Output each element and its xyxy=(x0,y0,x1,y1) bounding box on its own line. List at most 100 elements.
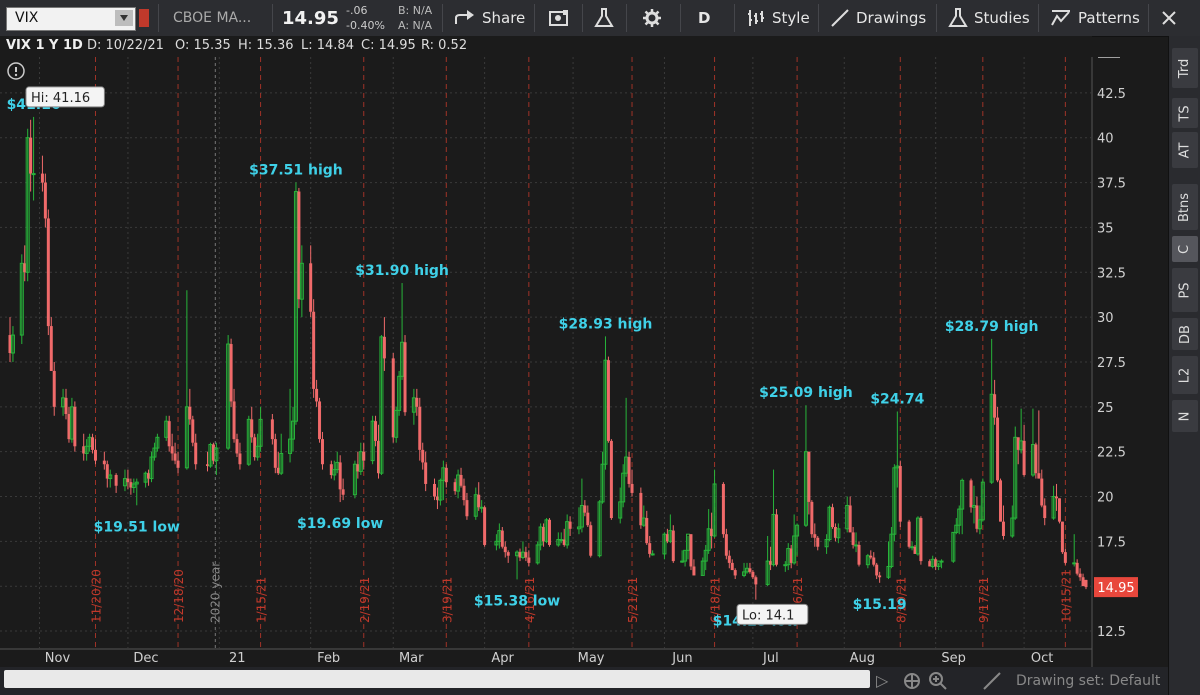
y-tick-label: 30 xyxy=(1097,311,1114,326)
line-drawing-icon[interactable] xyxy=(982,671,1002,691)
price-chart[interactable]: 12.51517.52022.52527.53032.53537.54042.5… xyxy=(0,57,1168,667)
symbol-dropdown-button[interactable] xyxy=(115,10,133,26)
candle-body xyxy=(403,342,407,413)
candle-body xyxy=(816,537,820,547)
candle-body xyxy=(194,442,198,465)
candle-body xyxy=(126,478,130,483)
candle-body xyxy=(993,394,997,418)
candle-body xyxy=(1078,573,1082,578)
candle-body xyxy=(721,483,725,535)
candle-body xyxy=(851,532,855,545)
year-marker-label: 2020 year xyxy=(208,562,222,623)
candle-body xyxy=(114,474,118,486)
sidebar-tab-l2[interactable]: L2 xyxy=(1172,356,1198,394)
sidebar-tab-label: C xyxy=(1177,244,1193,254)
y-tick-label: 25 xyxy=(1097,401,1114,416)
ohlc-close: C: 14.95 xyxy=(361,38,416,53)
candle-body xyxy=(524,552,528,558)
candle-body xyxy=(692,566,696,576)
close-button[interactable] xyxy=(1160,0,1178,36)
x-tick-label: Dec xyxy=(133,651,158,666)
candle-body xyxy=(1055,496,1059,499)
y-tick-label: 42.5 xyxy=(1097,87,1126,102)
patterns-label: Patterns xyxy=(1078,9,1140,27)
sidebar-tab-c[interactable]: C xyxy=(1172,236,1198,262)
sidebar-tab-db[interactable]: DB xyxy=(1172,318,1198,350)
share-button[interactable]: Share xyxy=(454,0,525,36)
y-tick-label: 27.5 xyxy=(1097,356,1126,371)
candle-body xyxy=(875,564,879,576)
y-tick-label: 32.5 xyxy=(1097,266,1126,281)
sidebar-tab-trd[interactable]: Trd xyxy=(1172,48,1198,88)
style-button[interactable]: Style xyxy=(746,0,810,36)
price-annotation: $15.38 low xyxy=(474,593,560,609)
candle-body xyxy=(341,489,345,495)
candle-body xyxy=(627,457,631,484)
event-date-label: 11/20/20 xyxy=(89,569,103,623)
candle-body xyxy=(645,518,649,544)
event-date-label: 2/19/21 xyxy=(358,577,372,623)
drawings-button[interactable]: Drawings xyxy=(830,0,926,36)
screenshot-button[interactable] xyxy=(548,0,570,36)
settings-button[interactable] xyxy=(642,0,662,36)
candle-body xyxy=(309,263,313,312)
candle-body xyxy=(810,501,814,535)
candle-body xyxy=(418,406,422,450)
symbol-input[interactable]: VIX xyxy=(6,7,136,31)
candle-body xyxy=(751,571,755,578)
candle-body xyxy=(73,406,77,447)
high-marker-label: Hi: 41.16 xyxy=(31,91,90,106)
flask-button[interactable] xyxy=(594,0,614,36)
candle-body xyxy=(857,544,861,565)
candle-body xyxy=(229,344,233,402)
candle-body xyxy=(1022,440,1026,475)
sidebar-tab-label: Trd xyxy=(1177,58,1193,78)
candle-body xyxy=(648,543,652,554)
pan-icon[interactable] xyxy=(902,671,922,691)
candle-body xyxy=(1063,552,1067,563)
x-tick-label: Mar xyxy=(399,651,424,666)
info-icon-dot xyxy=(14,73,18,77)
candle-body xyxy=(878,575,882,578)
alert-flag-icon[interactable] xyxy=(139,9,149,27)
candle-body xyxy=(1057,498,1061,522)
candle-body xyxy=(727,555,731,563)
event-date-label: 1/15/21 xyxy=(255,577,269,623)
candle-body xyxy=(907,521,911,547)
y-tick-label: 20 xyxy=(1097,491,1114,506)
sidebar-tab-ps[interactable]: PS xyxy=(1172,268,1198,312)
scroll-right-icon[interactable]: ▷ xyxy=(876,671,888,690)
sidebar-tab-ts[interactable]: TS xyxy=(1172,98,1198,128)
ohlc-high: H: 15.36 xyxy=(238,38,294,53)
y-tick-label: 12.5 xyxy=(1097,625,1126,640)
candle-body xyxy=(382,336,386,359)
candle-body xyxy=(1084,579,1088,588)
horizontal-scrollbar[interactable] xyxy=(4,670,870,688)
candle-body xyxy=(31,173,36,176)
candle-body xyxy=(503,546,507,553)
aggregation-button[interactable]: D xyxy=(698,0,710,36)
candle-body xyxy=(754,577,758,585)
sidebar-tab-n[interactable]: N xyxy=(1172,400,1198,432)
candle-body xyxy=(232,401,236,440)
candle-body xyxy=(167,421,171,447)
sidebar-tab-btns[interactable]: Btns xyxy=(1172,184,1198,230)
candle-body xyxy=(338,462,342,490)
studies-button[interactable]: Studies xyxy=(948,0,1030,36)
bottom-bar: ▷ Drawing set: Default xyxy=(0,667,1168,695)
patterns-button[interactable]: Patterns xyxy=(1050,0,1140,36)
candle-body xyxy=(93,449,97,461)
x-tick-label: Apr xyxy=(491,651,514,666)
zoom-in-icon[interactable] xyxy=(928,671,948,691)
sidebar-tab-label: AT xyxy=(1177,142,1193,158)
sidebar-tab-at[interactable]: AT xyxy=(1172,132,1198,168)
candle-body xyxy=(459,474,463,486)
event-date-label: 3/19/21 xyxy=(440,577,454,623)
candle-body xyxy=(483,507,487,545)
candle-body xyxy=(374,421,378,441)
sidebar-tab-label: PS xyxy=(1177,281,1193,299)
chart-toolbar: VIX CBOE MA... 14.95 -.06 -0.40% B: N/A … xyxy=(0,0,1200,37)
style-label: Style xyxy=(772,9,810,27)
change-percent: -0.40% xyxy=(346,19,385,32)
last-price-tag-label: 14.95 xyxy=(1097,581,1134,596)
